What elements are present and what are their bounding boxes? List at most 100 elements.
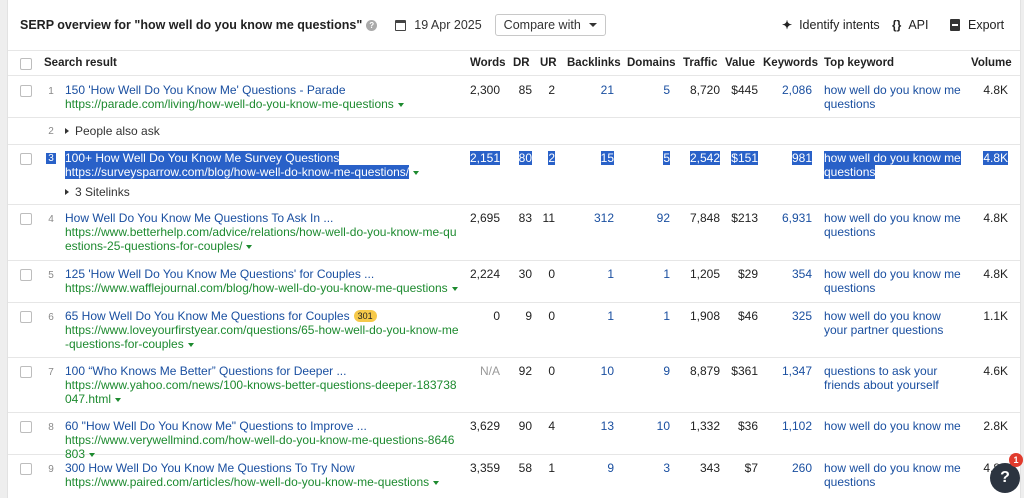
- domains-value[interactable]: 5: [628, 83, 670, 97]
- top-keyword-value[interactable]: how well do you know me questions: [824, 211, 964, 239]
- keywords-value[interactable]: 1,347: [766, 364, 812, 378]
- row-checkbox[interactable]: [20, 85, 32, 97]
- col-keywords[interactable]: Keywords: [763, 51, 818, 76]
- dr-value: 83: [518, 211, 532, 225]
- url-dropdown-icon[interactable]: [413, 170, 420, 175]
- export-button[interactable]: Export: [950, 0, 1004, 50]
- keywords-value[interactable]: 2,086: [766, 83, 812, 97]
- sitelinks-toggle[interactable]: 3 Sitelinks: [65, 185, 460, 199]
- result-title[interactable]: 125 'How Well Do You Know Me Questions' …: [65, 267, 460, 281]
- col-ur[interactable]: UR: [540, 51, 557, 76]
- result-title[interactable]: 60 "How Well Do You Know Me" Questions t…: [65, 419, 460, 433]
- backlinks-value[interactable]: 1: [568, 267, 614, 281]
- keywords-value[interactable]: 1,102: [766, 419, 812, 433]
- identify-intents-button[interactable]: ✦ Identify intents: [782, 0, 880, 50]
- domains-value[interactable]: 3: [628, 461, 670, 475]
- compare-with-dropdown[interactable]: Compare with: [494, 14, 606, 36]
- select-all-checkbox[interactable]: [20, 58, 32, 70]
- top-keyword-value[interactable]: how well do you know your partner questi…: [824, 309, 964, 337]
- result-url[interactable]: https://www.loveyourfirstyear.com/questi…: [65, 323, 460, 351]
- result-url[interactable]: https://www.yahoo.com/news/100-knows-bet…: [65, 378, 460, 406]
- result-title[interactable]: 100 “Who Knows Me Better” Questions for …: [65, 364, 460, 378]
- backlinks-value[interactable]: 312: [568, 211, 614, 225]
- row-checkbox[interactable]: [20, 366, 32, 378]
- domains-value[interactable]: 92: [628, 211, 670, 225]
- domains-value[interactable]: 1: [628, 309, 670, 323]
- col-domains[interactable]: Domains: [627, 51, 676, 76]
- url-dropdown-icon[interactable]: [246, 244, 253, 249]
- url-dropdown-icon[interactable]: [433, 480, 440, 485]
- keywords-value[interactable]: 325: [766, 309, 812, 323]
- table-row: 4 How Well Do You Know Me Questions To A…: [8, 205, 1020, 261]
- col-dr[interactable]: DR: [513, 51, 530, 76]
- volume-value: 4.8K: [983, 83, 1008, 97]
- keywords-value[interactable]: 6,931: [766, 211, 812, 225]
- col-traffic[interactable]: Traffic: [683, 51, 718, 76]
- result-title[interactable]: 100+ How Well Do You Know Me Survey Ques…: [65, 151, 340, 165]
- backlinks-value[interactable]: 10: [568, 364, 614, 378]
- result-title[interactable]: 150 'How Well Do You Know Me' Questions …: [65, 83, 460, 97]
- table-row-people-also-ask[interactable]: 2 People also ask: [8, 118, 1020, 145]
- keywords-value[interactable]: 981: [791, 151, 812, 165]
- col-search-result[interactable]: Search result: [44, 51, 117, 76]
- result-url[interactable]: https://surveysparrow.com/blog/how-well-…: [65, 165, 460, 179]
- value-value: $445: [731, 83, 758, 97]
- api-button[interactable]: {} API: [892, 0, 929, 50]
- row-checkbox[interactable]: [20, 213, 32, 225]
- keywords-value[interactable]: 260: [766, 461, 812, 475]
- url-dropdown-icon[interactable]: [451, 286, 458, 291]
- row-checkbox[interactable]: [20, 463, 32, 475]
- help-chat-button[interactable]: ?: [990, 463, 1020, 493]
- row-number: 7: [48, 367, 54, 378]
- ur-value: 2: [548, 151, 555, 165]
- result-title[interactable]: How Well Do You Know Me Questions To Ask…: [65, 211, 460, 225]
- url-dropdown-icon[interactable]: [397, 102, 404, 107]
- backlinks-value[interactable]: 15: [600, 151, 614, 165]
- col-volume[interactable]: Volume: [971, 51, 1012, 76]
- col-value[interactable]: Value: [725, 51, 755, 76]
- result-title[interactable]: 65 How Well Do You Know Me Questions for…: [65, 309, 350, 323]
- url-dropdown-icon[interactable]: [115, 397, 122, 402]
- top-keyword-value[interactable]: questions to ask your friends about your…: [824, 364, 964, 392]
- top-keyword-value[interactable]: how well do you know me questions: [824, 151, 961, 179]
- backlinks-value[interactable]: 21: [568, 83, 614, 97]
- result-url[interactable]: https://www.betterhelp.com/advice/relati…: [65, 225, 460, 253]
- result-url[interactable]: https://www.paired.com/articles/how-well…: [65, 475, 460, 489]
- domains-value[interactable]: 10: [628, 419, 670, 433]
- top-keyword-value[interactable]: how well do you know me questions: [824, 83, 964, 111]
- domains-value[interactable]: 1: [628, 267, 670, 281]
- domains-value[interactable]: 5: [663, 151, 670, 165]
- keywords-value[interactable]: 354: [766, 267, 812, 281]
- backlinks-value[interactable]: 13: [568, 419, 614, 433]
- dr-value: 30: [518, 267, 532, 281]
- col-backlinks[interactable]: Backlinks: [567, 51, 621, 76]
- people-also-ask-toggle[interactable]: People also ask: [65, 124, 160, 138]
- col-words[interactable]: Words: [470, 51, 506, 76]
- date-label: 19 Apr 2025: [414, 18, 482, 32]
- top-keyword-value[interactable]: how well do you know me: [824, 419, 964, 433]
- value-value: $46: [737, 309, 758, 323]
- ur-value: 11: [542, 211, 555, 225]
- top-keyword-value[interactable]: how well do you know me questions: [824, 461, 964, 489]
- row-checkbox[interactable]: [20, 421, 32, 433]
- result-title[interactable]: 300 How Well Do You Know Me Questions To…: [65, 461, 460, 475]
- identify-intents-label: Identify intents: [799, 18, 880, 32]
- result-url[interactable]: https://parade.com/living/how-well-do-yo…: [65, 97, 460, 111]
- row-checkbox[interactable]: [20, 153, 32, 165]
- row-checkbox[interactable]: [20, 269, 32, 281]
- table-header: Search result Words DR UR Backlinks Doma…: [8, 50, 1020, 76]
- row-checkbox[interactable]: [20, 311, 32, 323]
- traffic-value: 8,879: [689, 364, 720, 378]
- date-picker[interactable]: 19 Apr 2025: [395, 18, 482, 32]
- dr-value: 9: [525, 309, 532, 323]
- export-icon: [950, 19, 960, 31]
- traffic-value: 7,848: [689, 211, 720, 225]
- help-icon[interactable]: ?: [366, 19, 378, 31]
- domains-value[interactable]: 9: [628, 364, 670, 378]
- result-url[interactable]: https://www.wafflejournal.com/blog/how-w…: [65, 281, 460, 295]
- backlinks-value[interactable]: 9: [568, 461, 614, 475]
- url-dropdown-icon[interactable]: [187, 342, 194, 347]
- col-top-keyword[interactable]: Top keyword: [824, 51, 894, 76]
- backlinks-value[interactable]: 1: [568, 309, 614, 323]
- top-keyword-value[interactable]: how well do you know me questions: [824, 267, 964, 295]
